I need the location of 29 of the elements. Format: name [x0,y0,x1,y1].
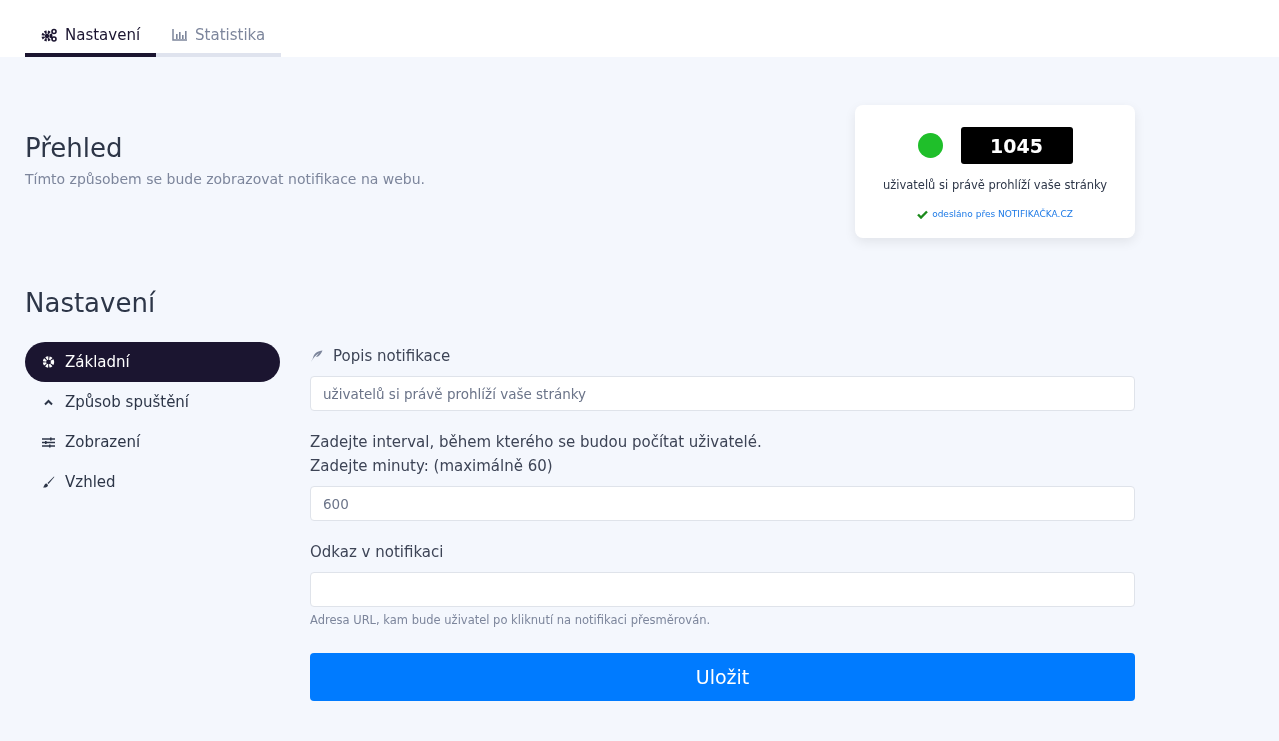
field-hint: Adresa URL, kam bude uživatel po kliknutí na notifikaci přesměrován. [310,613,712,627]
settings-menu-item[interactable]: Způsob spuštění [25,382,280,422]
input-field[interactable]: uživatelů si právě prohlíží vaše stránky [310,376,1135,411]
tab[interactable]: Statistika [156,26,282,57]
bar-chart-icon [172,29,188,41]
gears-icon [41,28,57,42]
brush-icon [42,476,55,488]
section-title: Přehled [25,133,124,163]
settings-icon [42,356,55,368]
section-subtitle: Tímto způsobem se bude zobrazovat notifikace na webu. [25,171,426,187]
credit-link[interactable]: odesláno přes NOTIFIKAČKA.CZ [932,209,1073,219]
settings-menu-item[interactable]: Základní [25,342,280,382]
field-label: Zadejte minuty: (maximálně 60) [310,456,554,477]
feather-icon [310,349,323,363]
checkmark-icon [917,209,929,219]
settings-menu-item[interactable]: Zobrazení [25,422,280,462]
save-button[interactable]: Uložit [310,653,1135,701]
input-field[interactable]: 600 [310,486,1135,521]
chevron-up-icon [42,398,55,406]
field-label: Zadejte interval, během kterého se budou počítat uživatelé. [310,432,763,453]
input-field[interactable] [310,572,1135,607]
section-title: Nastavení [25,288,157,318]
visitor-count: 1045 [960,127,1073,164]
tab[interactable]: Nastavení [25,26,157,57]
preview-message: uživatelů si právě prohlíží vaše stránky [882,178,1108,192]
settings-menu-item[interactable]: Vzhled [25,462,280,502]
field-label: Odkaz v notifikaci [310,542,445,563]
sliders-icon [42,436,55,448]
field-label: Popis notifikace [333,346,451,367]
